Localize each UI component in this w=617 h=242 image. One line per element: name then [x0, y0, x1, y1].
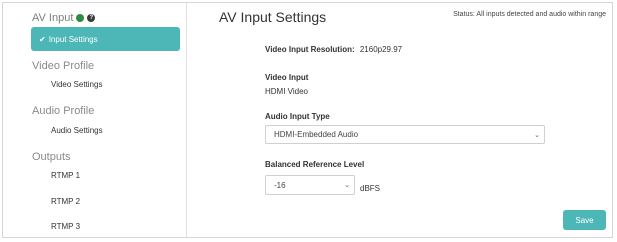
balanced-ref-select[interactable]: -16 ⌄ [265, 175, 355, 195]
balanced-ref-selected: -16 [274, 180, 286, 190]
sidebar-item-rtmp-1[interactable]: RTMP 1 [51, 171, 80, 180]
resolution-label: Video Input Resolution: [265, 45, 355, 54]
sidebar-item-rtmp-3[interactable]: RTMP 3 [51, 222, 80, 231]
audio-input-type-select[interactable]: HDMI-Embedded Audio ⌄ [265, 125, 545, 144]
save-button[interactable]: Save [563, 210, 606, 230]
chevron-down-icon: ⌄ [534, 131, 540, 139]
page-title: AV Input Settings [219, 9, 327, 25]
video-input-label: Video Input [265, 73, 309, 82]
sidebar-section-audio-profile: Audio Profile [32, 105, 95, 117]
help-icon[interactable]: ? [87, 14, 96, 22]
resolution-value: 2160p29.97 [359, 45, 403, 54]
balanced-ref-label: Balanced Reference Level [265, 160, 365, 169]
check-icon: ✔ [39, 34, 46, 44]
audio-input-type-label: Audio Input Type [265, 112, 330, 121]
sidebar-item-rtmp-2[interactable]: RTMP 2 [51, 197, 80, 206]
main-content: AV Input Settings Status: All inputs det… [188, 3, 612, 237]
sidebar-item-input-settings[interactable]: ✔ Input Settings [31, 27, 180, 51]
sidebar-section-video-profile: Video Profile [32, 60, 95, 72]
video-input-value: HDMI Video [265, 87, 308, 96]
sidebar-item-audio-settings[interactable]: Audio Settings [51, 126, 103, 135]
sidebar: AV Input ? ✔ Input Settings Video Profil… [3, 3, 187, 237]
balanced-ref-unit: dBFS [360, 184, 381, 193]
chevron-down-icon: ⌄ [344, 182, 350, 189]
app-frame: AV Input ? ✔ Input Settings Video Profil… [2, 2, 613, 238]
sidebar-section-outputs: Outputs [32, 151, 71, 163]
resolution-row: Video Input Resolution: 2160p29.97 [265, 45, 402, 54]
sidebar-item-video-settings[interactable]: Video Settings [51, 80, 102, 89]
green-status-dot-icon [76, 14, 85, 22]
sidebar-section-av-input: AV Input ? [32, 12, 96, 24]
status-text: Status: All inputs detected and audio wi… [453, 11, 606, 18]
audio-input-type-selected: HDMI-Embedded Audio [274, 130, 359, 139]
sidebar-section-title: AV Input [32, 12, 74, 24]
sidebar-item-label: Input Settings [48, 34, 98, 44]
